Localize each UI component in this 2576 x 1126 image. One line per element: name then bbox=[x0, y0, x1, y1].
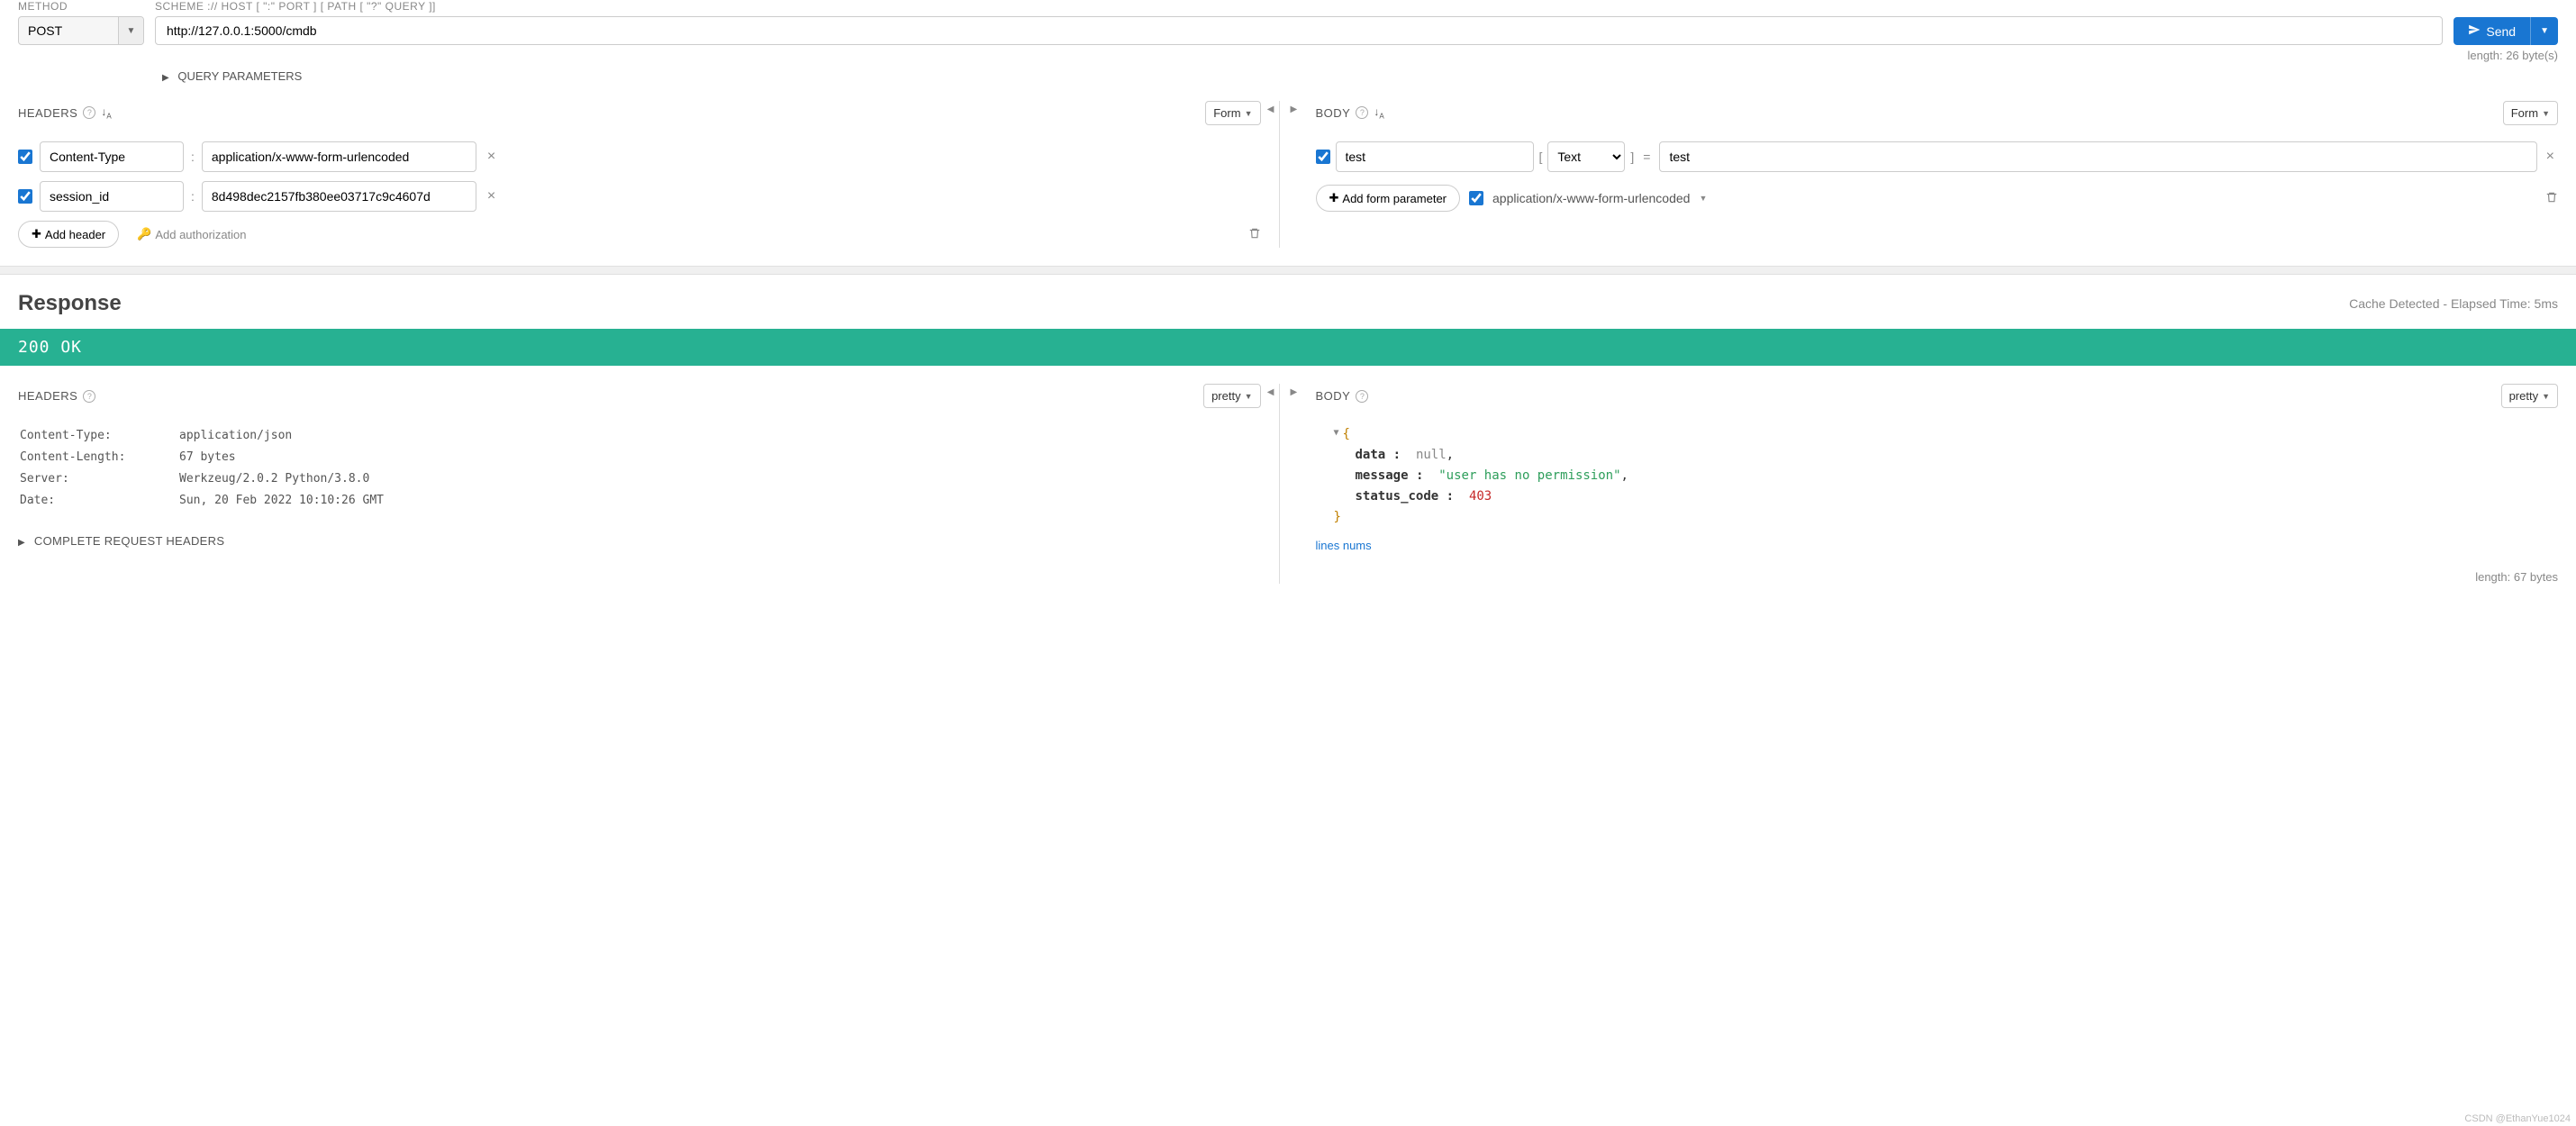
body-param-name-input[interactable] bbox=[1336, 141, 1534, 172]
header-name-input[interactable] bbox=[40, 141, 184, 172]
send-button-label: Send bbox=[2486, 24, 2516, 39]
query-parameters-toggle[interactable]: ▶ QUERY PARAMETERS bbox=[0, 62, 2576, 101]
content-type-checkbox[interactable] bbox=[1469, 191, 1483, 205]
add-authorization-button[interactable]: 🔑 Add authorization bbox=[137, 227, 246, 241]
send-dropdown-caret[interactable]: ▼ bbox=[2530, 17, 2558, 45]
remove-header-icon[interactable]: × bbox=[484, 188, 499, 204]
response-headers-table: Content-Type:application/json Content-Le… bbox=[18, 424, 385, 513]
help-icon[interactable]: ? bbox=[1356, 106, 1368, 119]
json-collapse-icon[interactable]: ▼ bbox=[1334, 426, 1339, 441]
add-form-parameter-button[interactable]: ✚ Add form parameter bbox=[1316, 185, 1461, 212]
collapse-left-icon[interactable]: ◀ bbox=[1267, 387, 1274, 397]
caret-down-icon[interactable]: ▼ bbox=[1699, 194, 1707, 203]
trash-icon[interactable] bbox=[1248, 227, 1261, 242]
response-status-bar: 200 OK bbox=[0, 329, 2576, 366]
method-select[interactable]: POST ▼ bbox=[18, 16, 144, 45]
paper-plane-icon bbox=[2468, 23, 2481, 39]
sort-icon[interactable]: ↓A bbox=[1374, 105, 1383, 120]
content-type-label: application/x-www-form-urlencoded bbox=[1492, 191, 1690, 205]
method-select-dropdown[interactable]: POST bbox=[19, 17, 118, 44]
sort-icon[interactable]: ↓A bbox=[101, 105, 111, 120]
url-input[interactable] bbox=[155, 16, 2443, 45]
caret-down-icon: ▼ bbox=[2542, 392, 2550, 401]
body-param-enable-checkbox[interactable] bbox=[1316, 150, 1330, 164]
body-param-row: [ Text ] = × bbox=[1316, 141, 2559, 172]
headers-view-mode-select[interactable]: Form ▼ bbox=[1205, 101, 1260, 125]
header-enable-checkbox[interactable] bbox=[18, 189, 32, 204]
caret-down-icon: ▼ bbox=[1245, 109, 1253, 118]
remove-header-icon[interactable]: × bbox=[484, 149, 499, 165]
caret-right-icon: ▶ bbox=[162, 73, 169, 83]
lines-nums-toggle[interactable]: lines nums bbox=[1316, 539, 1372, 552]
body-param-value-input[interactable] bbox=[1659, 141, 2536, 172]
header-value-input[interactable] bbox=[202, 141, 476, 172]
collapse-right-icon[interactable]: ▶ bbox=[1291, 387, 1298, 397]
resp-headers-title: HEADERS bbox=[18, 389, 77, 403]
header-enable-checkbox[interactable] bbox=[18, 150, 32, 164]
header-row: : × bbox=[18, 141, 1261, 172]
collapse-right-icon[interactable]: ▶ bbox=[1291, 104, 1298, 114]
collapse-left-icon[interactable]: ◀ bbox=[1267, 104, 1274, 114]
watermark: CSDN @EthanYue1024 bbox=[2464, 1113, 2571, 1124]
table-row: Date:Sun, 20 Feb 2022 10:10:26 GMT bbox=[20, 491, 384, 511]
help-icon[interactable]: ? bbox=[83, 106, 95, 119]
header-row: : × bbox=[18, 181, 1261, 212]
response-meta: Cache Detected - Elapsed Time: 5ms bbox=[2349, 296, 2558, 311]
url-label: SCHEME :// HOST [ ":" PORT ] [ PATH [ "?… bbox=[155, 0, 2443, 13]
send-button[interactable]: Send bbox=[2454, 17, 2530, 45]
resp-body-view-mode-select[interactable]: pretty ▼ bbox=[2501, 384, 2558, 408]
query-parameters-label: QUERY PARAMETERS bbox=[177, 69, 302, 83]
header-name-input[interactable] bbox=[40, 181, 184, 212]
resp-body-title: BODY bbox=[1316, 389, 1351, 403]
section-divider bbox=[0, 266, 2576, 275]
table-row: Content-Length:67 bytes bbox=[20, 448, 384, 468]
request-length-info: length: 26 byte(s) bbox=[0, 45, 2576, 62]
add-header-button[interactable]: ✚ Add header bbox=[18, 221, 119, 248]
table-row: Server:Werkzeug/2.0.2 Python/3.8.0 bbox=[20, 469, 384, 489]
trash-icon[interactable] bbox=[2545, 191, 2558, 206]
remove-body-param-icon[interactable]: × bbox=[2543, 149, 2558, 165]
caret-down-icon: ▼ bbox=[118, 17, 143, 44]
headers-panel-title: HEADERS bbox=[18, 106, 77, 120]
plus-icon: ✚ bbox=[1329, 191, 1339, 205]
response-title: Response bbox=[18, 291, 122, 316]
body-view-mode-select[interactable]: Form ▼ bbox=[2503, 101, 2558, 125]
method-label: METHOD bbox=[18, 0, 144, 13]
header-value-input[interactable] bbox=[202, 181, 476, 212]
response-body-length: length: 67 bytes bbox=[1316, 570, 2559, 584]
json-response-viewer: ▼{ data : null, message : "user has no p… bbox=[1316, 424, 2559, 528]
resp-headers-view-mode-select[interactable]: pretty ▼ bbox=[1203, 384, 1260, 408]
complete-request-headers-toggle[interactable]: ▶ COMPLETE REQUEST HEADERS bbox=[18, 534, 1261, 548]
body-panel-title: BODY bbox=[1316, 106, 1351, 120]
help-icon[interactable]: ? bbox=[1356, 390, 1368, 403]
help-icon[interactable]: ? bbox=[83, 390, 95, 403]
body-param-type-select[interactable]: Text bbox=[1547, 141, 1625, 172]
plus-icon: ✚ bbox=[32, 227, 41, 241]
caret-down-icon: ▼ bbox=[2542, 109, 2550, 118]
key-icon: 🔑 bbox=[137, 227, 151, 241]
table-row: Content-Type:application/json bbox=[20, 426, 384, 446]
caret-down-icon: ▼ bbox=[1245, 392, 1253, 401]
caret-right-icon: ▶ bbox=[18, 538, 25, 548]
